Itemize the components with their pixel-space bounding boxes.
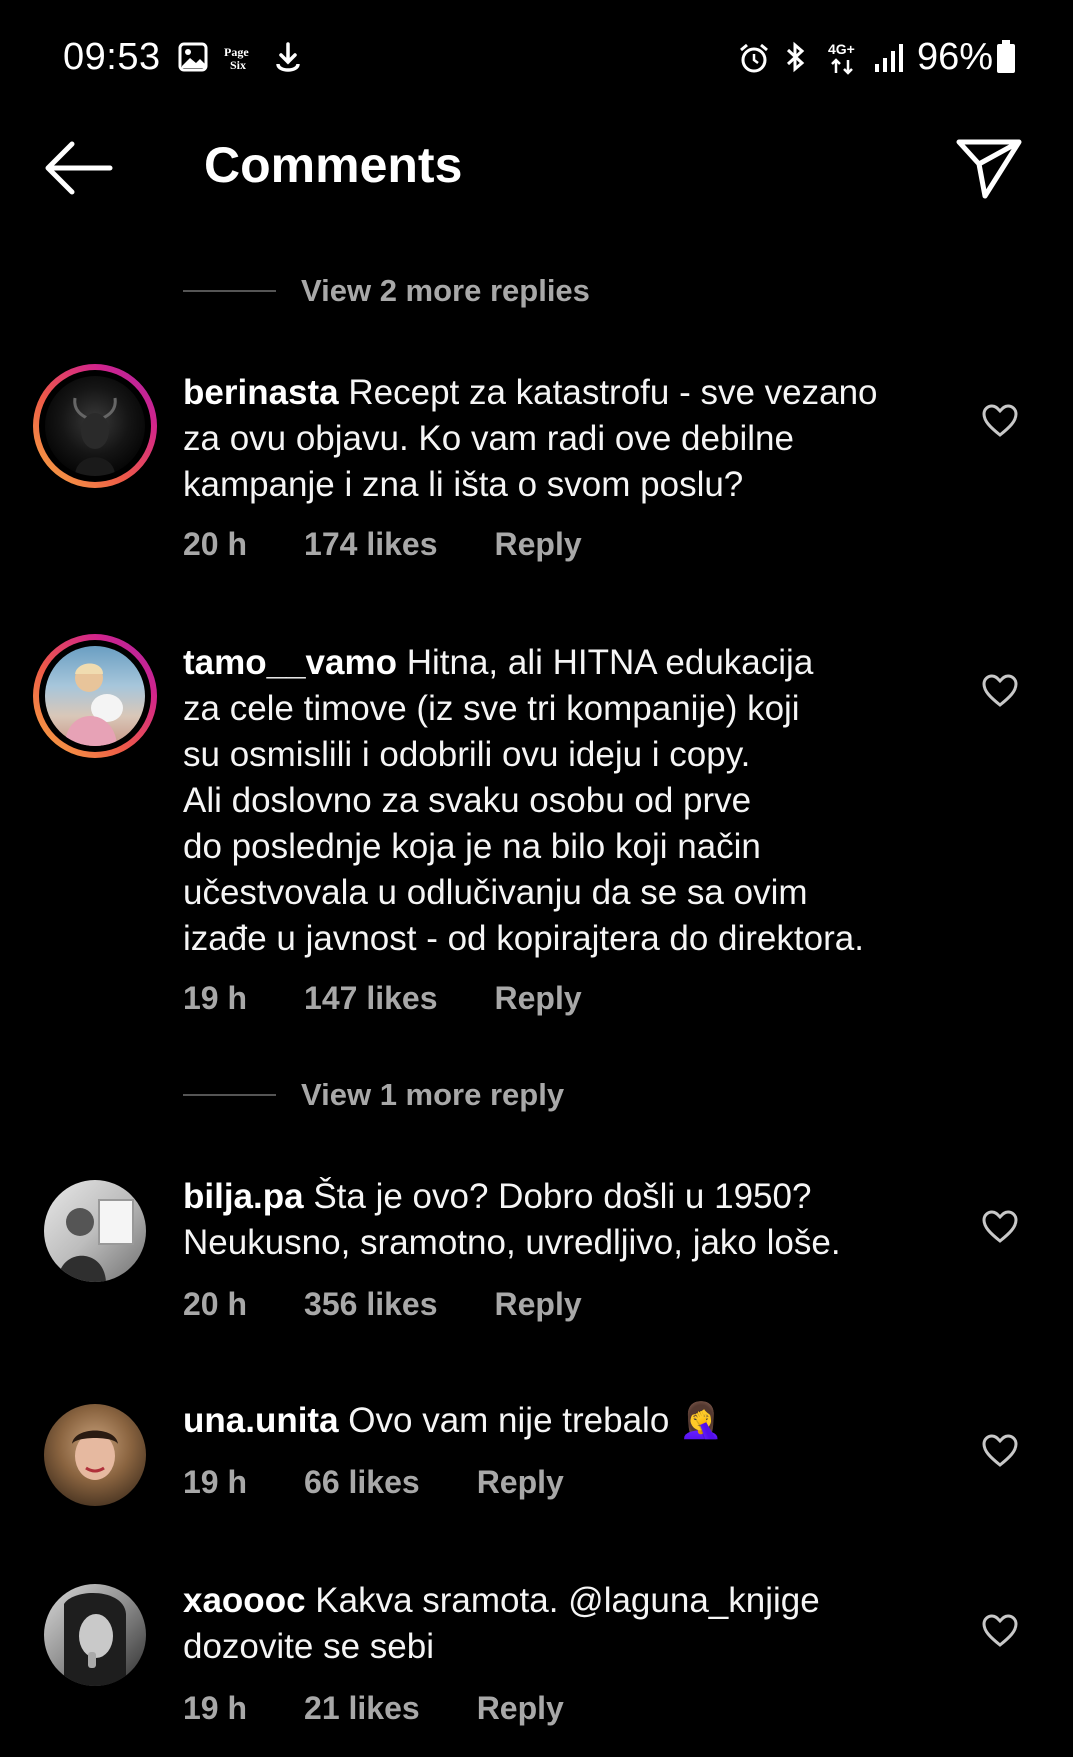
view-more-replies[interactable]: View 2 more replies	[183, 266, 590, 316]
comment-meta: 19 h 147 likes Reply	[183, 980, 639, 1017]
avatar[interactable]	[44, 1180, 146, 1282]
avatar[interactable]	[33, 364, 157, 488]
comment-meta: 20 h 356 likes Reply	[183, 1286, 639, 1323]
svg-text:Six: Six	[230, 58, 246, 72]
comment-likes[interactable]: 147 likes	[304, 980, 437, 1017]
comment-body-line: izađe u javnost - od kopirajtera do dire…	[183, 919, 864, 958]
comment-username[interactable]: berinasta	[183, 373, 339, 412]
back-arrow-icon[interactable]	[44, 140, 114, 196]
avatar[interactable]	[44, 1404, 146, 1506]
comment-body-line: Neukusno, sramotno, uvredljivo, jako loš…	[183, 1223, 841, 1262]
comment-body-line: kampanje i zna li išta o svom poslu?	[183, 465, 744, 504]
heart-icon[interactable]	[982, 1614, 1018, 1648]
heart-icon[interactable]	[982, 404, 1018, 438]
view-more-replies-label: View 1 more reply	[301, 1077, 565, 1112]
comment-username[interactable]: una.unita	[183, 1401, 339, 1440]
reply-button[interactable]: Reply	[477, 1464, 564, 1501]
comment-meta: 19 h 66 likes Reply	[183, 1464, 621, 1501]
comment-body-line: do poslednje koja je na bilo koji način	[183, 827, 761, 866]
comment-time: 19 h	[183, 1690, 248, 1726]
4g-icon: 4G+	[828, 41, 855, 75]
comment-body-line: učestvovala u odlučivanju da se sa ovim	[183, 873, 808, 912]
avatar-image	[65, 663, 123, 746]
reply-button[interactable]: Reply	[494, 980, 581, 1017]
comment-body-line: Hitna, ali HITNA edukacija	[406, 643, 814, 682]
comment-body-line: Kakva sramota. @laguna_knjige	[315, 1581, 820, 1620]
comment-body-line: za ovu objavu. Ko vam radi ove debilne	[183, 419, 794, 458]
comment-body-line: za cele timove (iz sve tri kompanije) ko…	[183, 689, 800, 728]
comment-body-line: Recept za katastrofu - sve vezano	[348, 373, 878, 412]
comment-body-line: Ali doslovno za svaku osobu od prve	[183, 781, 752, 820]
comment-username[interactable]: xaoooc	[183, 1581, 306, 1620]
battery-icon	[997, 40, 1015, 73]
battery-percentage: 96%	[917, 36, 994, 78]
comment-text: berinasta Recept za katastrofu - sve vez…	[183, 370, 963, 508]
heart-icon[interactable]	[982, 1210, 1018, 1244]
status-bar: 09:53 Page Six 4G+ 96%	[0, 0, 1073, 110]
comment-meta: 19 h 21 likes Reply	[183, 1690, 621, 1727]
page-six-icon: Page Six	[224, 45, 249, 72]
avatar-image	[64, 1593, 126, 1686]
bluetooth-icon	[786, 41, 805, 73]
comment-likes[interactable]: 356 likes	[304, 1286, 437, 1323]
gallery-icon	[178, 42, 208, 72]
avatar[interactable]	[33, 634, 157, 758]
reply-button[interactable]: Reply	[477, 1690, 564, 1727]
download-icon	[276, 42, 300, 72]
view-more-replies[interactable]: View 1 more reply	[183, 1070, 564, 1120]
comment-body-line: dozovite se sebi	[183, 1627, 434, 1666]
comment-time: 20 h	[183, 526, 248, 562]
comment-text: una.unita Ovo vam nije trebalo 🤦‍♀️	[183, 1398, 963, 1444]
avatar-image	[72, 1430, 118, 1480]
heart-icon[interactable]	[982, 1434, 1018, 1468]
comment-body-line: Šta je ovo? Dobro došli u 1950?	[313, 1177, 812, 1216]
alarm-icon	[740, 43, 768, 73]
facepalm-emoji: 🤦‍♀️	[679, 1401, 723, 1440]
svg-text:Page: Page	[224, 45, 249, 59]
comment-time: 19 h	[183, 980, 248, 1016]
comment-text: xaoooc Kakva sramota. @laguna_knjige doz…	[183, 1578, 963, 1670]
reply-button[interactable]: Reply	[494, 526, 581, 563]
avatar-image	[73, 397, 117, 476]
avatar-image	[58, 1199, 134, 1282]
comment-username[interactable]: bilja.pa	[183, 1177, 304, 1216]
comment-time: 19 h	[183, 1464, 248, 1500]
signal-icon	[875, 44, 903, 72]
heart-icon[interactable]	[982, 674, 1018, 708]
status-time: 09:53	[63, 36, 161, 78]
divider-line	[183, 290, 276, 292]
comment-time: 20 h	[183, 1286, 248, 1322]
view-more-replies-label: View 2 more replies	[301, 273, 590, 308]
comment-likes[interactable]: 174 likes	[304, 526, 437, 563]
comment-meta: 20 h 174 likes Reply	[183, 526, 639, 563]
reply-button[interactable]: Reply	[494, 1286, 581, 1323]
page-title: Comments	[204, 137, 463, 193]
comments-header: Comments	[0, 120, 1073, 210]
comment-text: tamo__vamo Hitna, ali HITNA edukacija za…	[183, 640, 963, 962]
divider-line	[183, 1094, 276, 1096]
comment-text: bilja.pa Šta je ovo? Dobro došli u 1950?…	[183, 1174, 963, 1266]
comment-body-line: Ovo vam nije trebalo	[348, 1401, 670, 1440]
svg-text:4G+: 4G+	[828, 41, 855, 57]
comment-likes[interactable]: 21 likes	[304, 1690, 420, 1727]
comment-likes[interactable]: 66 likes	[304, 1464, 420, 1501]
comment-username[interactable]: tamo__vamo	[183, 643, 397, 682]
send-icon[interactable]	[955, 134, 1023, 200]
avatar[interactable]	[44, 1584, 146, 1686]
comment-body-line: su osmislili i odobrili ovu ideju i copy…	[183, 735, 751, 774]
